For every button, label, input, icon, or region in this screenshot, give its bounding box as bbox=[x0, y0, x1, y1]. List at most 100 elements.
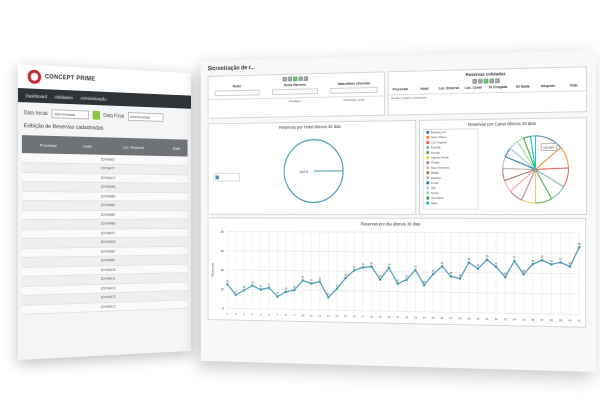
legend-item[interactable]: CVC Viagens bbox=[431, 140, 447, 144]
data-point[interactable] bbox=[458, 277, 462, 280]
pager-prev[interactable]: ‹ bbox=[477, 78, 483, 84]
data-point[interactable] bbox=[414, 268, 417, 272]
reservas-col-0[interactable]: Processar bbox=[389, 87, 413, 91]
legend-item[interactable]: E-mail bbox=[431, 181, 439, 185]
pager-first[interactable]: « bbox=[471, 78, 477, 84]
col-data[interactable]: Data bbox=[165, 139, 188, 157]
data-point[interactable] bbox=[578, 246, 581, 249]
reservas-col-2[interactable]: Loc. Reserva bbox=[437, 86, 461, 90]
data-point[interactable] bbox=[513, 259, 516, 263]
x-tick-label: 6 bbox=[268, 313, 270, 317]
x-tick-label: 26 bbox=[440, 316, 444, 320]
legend-item[interactable]: Motor Reservas bbox=[431, 165, 450, 169]
data-point[interactable] bbox=[494, 265, 498, 269]
data-point[interactable] bbox=[293, 288, 296, 292]
legend-item[interactable]: Expedia bbox=[431, 145, 441, 149]
legend-item[interactable]: Booking.com bbox=[431, 130, 447, 134]
pager-next[interactable]: › bbox=[297, 76, 303, 82]
pager-page-1[interactable]: 1 bbox=[292, 76, 298, 82]
data-point[interactable] bbox=[370, 265, 373, 268]
legend-item[interactable]: Balcão bbox=[431, 171, 439, 175]
pager-next[interactable]: › bbox=[488, 78, 494, 84]
data-point[interactable] bbox=[522, 273, 525, 276]
legend-item[interactable]: Trivago bbox=[431, 160, 440, 164]
table-cell bbox=[21, 219, 75, 229]
nav-item-administracao[interactable]: Administração bbox=[80, 95, 106, 101]
reservas-col-7[interactable]: Total bbox=[561, 83, 586, 88]
x-tick-label: 15 bbox=[344, 314, 347, 318]
data-point[interactable] bbox=[335, 287, 338, 290]
table-row[interactable]: Omnibees 22/07/2021 12:01 bbox=[208, 95, 384, 105]
data-point[interactable] bbox=[440, 265, 444, 268]
data-label: 19 bbox=[243, 286, 246, 289]
data-point[interactable] bbox=[531, 262, 534, 266]
filter-nome-input[interactable] bbox=[214, 89, 260, 97]
reservas-col-5[interactable]: Dt Saída bbox=[510, 84, 535, 89]
data-point[interactable] bbox=[361, 266, 364, 269]
pager-last[interactable]: » bbox=[303, 76, 308, 82]
data-point[interactable] bbox=[251, 284, 254, 287]
pager-first[interactable]: « bbox=[282, 76, 287, 82]
data-point[interactable] bbox=[234, 293, 237, 297]
legend-item[interactable]: Hotel Urbano bbox=[431, 135, 447, 139]
data-point[interactable] bbox=[396, 282, 399, 285]
col-nome-parceiro: Nome Parceiro bbox=[266, 82, 324, 96]
gridline bbox=[227, 251, 579, 254]
data-point[interactable] bbox=[568, 265, 572, 268]
table-row[interactable]: 2DYM4BF bbox=[21, 210, 188, 220]
filter-data-input[interactable] bbox=[330, 86, 378, 94]
data-point[interactable] bbox=[504, 275, 507, 279]
calendar-button[interactable] bbox=[92, 110, 100, 120]
table-cell bbox=[165, 236, 188, 247]
data-point[interactable] bbox=[242, 289, 246, 292]
legend-item[interactable]: Outros bbox=[431, 191, 439, 195]
data-point[interactable] bbox=[344, 276, 347, 280]
data-point[interactable] bbox=[485, 258, 489, 261]
table-row[interactable]: 2DYM4B9 bbox=[21, 200, 188, 211]
data-point[interactable] bbox=[467, 261, 471, 264]
legend-item[interactable]: Agência Virtual bbox=[431, 155, 449, 159]
data-point[interactable] bbox=[327, 296, 330, 299]
data-point[interactable] bbox=[276, 295, 279, 298]
data-point[interactable] bbox=[431, 273, 435, 276]
data-point[interactable] bbox=[310, 282, 313, 285]
legend-item[interactable]: Site bbox=[431, 186, 436, 190]
line-chart: Reservas por dia últimos 30 dias 0 20 40 60 8… bbox=[211, 221, 586, 323]
legend-item[interactable]: Operadora bbox=[431, 196, 444, 200]
data-point[interactable] bbox=[301, 279, 304, 282]
reservas-col-1[interactable]: Hotel bbox=[412, 87, 436, 91]
reservas-col-3[interactable]: Loc. Canal bbox=[461, 85, 486, 90]
data-point[interactable] bbox=[387, 266, 391, 269]
start-date-input[interactable]: dd/mm/aaaa bbox=[51, 109, 89, 120]
data-point[interactable] bbox=[284, 290, 287, 294]
data-point[interactable] bbox=[550, 263, 553, 266]
data-point[interactable] bbox=[353, 269, 356, 272]
data-point[interactable] bbox=[540, 259, 544, 262]
nav-item-utilidades[interactable]: Utilidades bbox=[54, 94, 73, 100]
data-point[interactable] bbox=[318, 280, 321, 283]
data-point[interactable] bbox=[405, 278, 408, 282]
col-processar[interactable]: Processar bbox=[21, 135, 75, 155]
pager-prev[interactable]: ‹ bbox=[287, 76, 292, 82]
legend-item[interactable]: Decolar bbox=[431, 150, 440, 154]
data-point[interactable] bbox=[423, 283, 426, 287]
legend-item[interactable]: Hotel bbox=[431, 201, 437, 205]
data-point[interactable] bbox=[226, 283, 229, 286]
col-hotel[interactable]: Hotel bbox=[74, 136, 101, 155]
data-point[interactable] bbox=[476, 267, 480, 270]
filter-parceiro-input[interactable] bbox=[271, 88, 319, 96]
legend-item[interactable]: Telefone bbox=[431, 176, 441, 180]
data-point[interactable] bbox=[379, 278, 382, 281]
nav-item-dashboard[interactable]: Dashboard bbox=[26, 93, 47, 99]
pager-last[interactable]: » bbox=[494, 78, 500, 84]
pager-page-1[interactable]: 1 bbox=[483, 78, 488, 84]
reservas-col-4[interactable]: Dt Chegada bbox=[486, 85, 511, 89]
col-loc-reserva[interactable]: Loc. Reserva bbox=[100, 137, 166, 157]
table-cell bbox=[165, 201, 188, 211]
data-point[interactable] bbox=[449, 275, 453, 278]
data-point[interactable] bbox=[267, 286, 271, 289]
end-date-input[interactable]: dd/mm/aaaa bbox=[127, 112, 163, 122]
data-point[interactable] bbox=[559, 261, 562, 264]
data-point[interactable] bbox=[259, 288, 262, 291]
reservas-col-6[interactable]: Hóspede bbox=[535, 84, 560, 89]
